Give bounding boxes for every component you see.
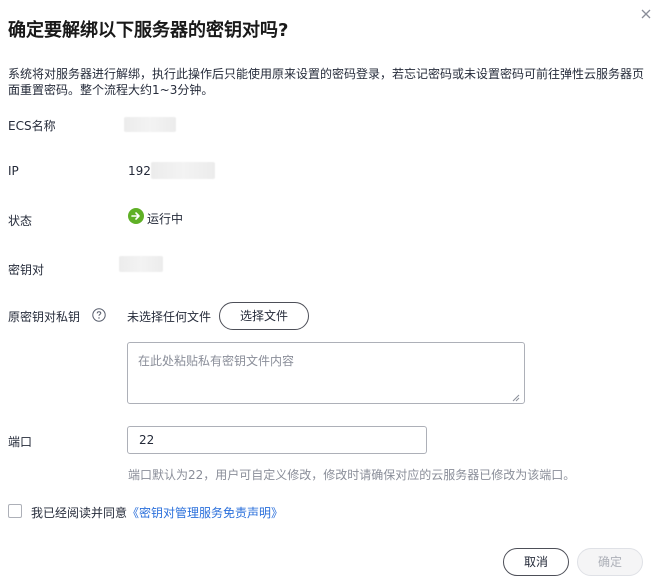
keypair-label: 密钥对 xyxy=(8,263,45,277)
cancel-button[interactable]: 取消 xyxy=(503,548,569,576)
ip-value-redacted xyxy=(151,162,215,179)
disclaimer-link[interactable]: 《密钥对管理服务免责声明》 xyxy=(127,506,283,520)
confirm-button[interactable]: 确定 xyxy=(577,548,643,576)
close-icon-graphic xyxy=(641,9,651,19)
ecs-name-value-redacted xyxy=(124,117,176,132)
keypair-value-redacted xyxy=(119,256,163,272)
agreement-text: 我已经阅读并同意《密钥对管理服务免责声明》 xyxy=(31,504,283,521)
arrow-right-circle-icon xyxy=(128,208,144,224)
status-value: 运行中 xyxy=(147,212,184,226)
choose-file-button[interactable]: 选择文件 xyxy=(219,302,309,330)
ip-label: IP xyxy=(8,164,19,178)
status-label: 状态 xyxy=(8,214,33,228)
ecs-name-label: ECS名称 xyxy=(8,119,56,133)
agreement-label: 我已经阅读并同意 xyxy=(31,506,128,520)
port-input-value: 22 xyxy=(139,433,155,447)
private-key-label: 原密钥对私钥 xyxy=(8,310,81,324)
resize-handle-icon[interactable] xyxy=(512,391,520,402)
private-key-textarea[interactable]: 在此处粘贴私有密钥文件内容 xyxy=(127,342,525,404)
dialog-description: 系统将对服务器进行解绑，执行此操作后只能使用原来设置的密码登录，若忘记密码或未设… xyxy=(8,67,645,97)
arrow-right-icon-graphic xyxy=(131,212,140,220)
resize-grip-graphic xyxy=(512,394,520,402)
agreement-checkbox[interactable] xyxy=(8,504,22,518)
dialog-title: 确定要解绑以下服务器的密钥对吗? xyxy=(8,20,289,41)
question-circle-icon[interactable] xyxy=(92,307,106,322)
close-icon[interactable] xyxy=(638,6,654,22)
unbind-keypair-dialog: 确定要解绑以下服务器的密钥对吗? 系统将对服务器进行解绑，执行此操作后只能使用原… xyxy=(0,0,662,586)
port-label: 端口 xyxy=(8,435,33,449)
port-hint: 端口默认为22，用户可自定义修改，修改时请确保对应的云服务器已修改为该端口。 xyxy=(128,468,576,482)
port-input[interactable]: 22 xyxy=(127,426,427,454)
question-icon-graphic xyxy=(92,308,106,322)
private-key-placeholder: 在此处粘贴私有密钥文件内容 xyxy=(138,354,295,368)
no-file-chosen-text: 未选择任何文件 xyxy=(127,310,212,324)
